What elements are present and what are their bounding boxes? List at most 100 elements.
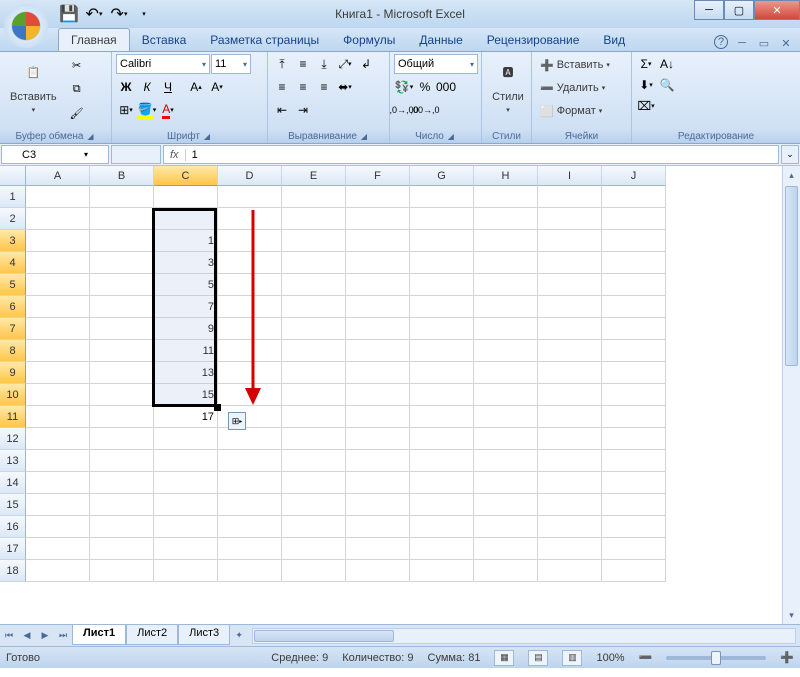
- cell[interactable]: [474, 318, 538, 340]
- cell[interactable]: [26, 428, 90, 450]
- format-cells-button[interactable]: ⬜Формат▾: [536, 100, 606, 122]
- cell[interactable]: [410, 560, 474, 582]
- cell[interactable]: [90, 340, 154, 362]
- cell[interactable]: [602, 428, 666, 450]
- cell[interactable]: [282, 384, 346, 406]
- cell[interactable]: [26, 560, 90, 582]
- cell[interactable]: [474, 340, 538, 362]
- cell[interactable]: [474, 406, 538, 428]
- cell[interactable]: [90, 230, 154, 252]
- last-sheet-button[interactable]: ⏭: [54, 627, 72, 645]
- zoom-level[interactable]: 100%: [596, 652, 624, 664]
- cell[interactable]: [410, 428, 474, 450]
- cell[interactable]: [410, 450, 474, 472]
- scroll-thumb[interactable]: [785, 186, 798, 366]
- align-center-button[interactable]: ≡: [293, 77, 313, 97]
- cell[interactable]: [474, 296, 538, 318]
- row-header[interactable]: 10: [0, 384, 26, 406]
- cell[interactable]: [26, 538, 90, 560]
- cell[interactable]: [410, 186, 474, 208]
- cell[interactable]: 17: [154, 406, 218, 428]
- cell[interactable]: [346, 296, 410, 318]
- new-sheet-button[interactable]: ✦: [230, 627, 248, 645]
- cell[interactable]: [538, 230, 602, 252]
- insert-cells-button[interactable]: ➕Вставить▾: [536, 54, 614, 76]
- ribbon-tab-0[interactable]: Главная: [58, 28, 130, 51]
- cell[interactable]: [538, 340, 602, 362]
- cell[interactable]: [282, 472, 346, 494]
- row-header[interactable]: 13: [0, 450, 26, 472]
- cell[interactable]: [474, 494, 538, 516]
- bold-button[interactable]: Ж: [116, 77, 136, 97]
- paste-button[interactable]: 📋 Вставить ▾: [4, 54, 63, 116]
- page-break-view-button[interactable]: ▥: [562, 650, 582, 666]
- cell[interactable]: 5: [154, 274, 218, 296]
- find-button[interactable]: 🔍: [657, 75, 677, 95]
- cell[interactable]: [154, 186, 218, 208]
- align-middle-button[interactable]: ≡: [293, 54, 313, 74]
- cell[interactable]: [474, 538, 538, 560]
- fill-handle[interactable]: [214, 404, 221, 411]
- cell[interactable]: [602, 318, 666, 340]
- undo-button[interactable]: ↶▾: [83, 3, 105, 25]
- format-painter-button[interactable]: 🖌: [66, 102, 88, 124]
- cell[interactable]: [90, 428, 154, 450]
- cell[interactable]: [410, 384, 474, 406]
- cell[interactable]: [538, 186, 602, 208]
- cell[interactable]: [602, 406, 666, 428]
- dialog-launcher-icon[interactable]: ◢: [446, 132, 456, 142]
- cell[interactable]: [90, 362, 154, 384]
- cell[interactable]: [602, 560, 666, 582]
- cell[interactable]: [346, 450, 410, 472]
- redo-button[interactable]: ↷▾: [108, 3, 130, 25]
- cell[interactable]: [218, 560, 282, 582]
- cell[interactable]: [410, 208, 474, 230]
- cell[interactable]: [410, 230, 474, 252]
- autosum-button[interactable]: Σ▾: [636, 54, 656, 74]
- cell[interactable]: [218, 538, 282, 560]
- align-bottom-button[interactable]: ⤓: [314, 54, 334, 74]
- fill-button[interactable]: ⬇▾: [636, 75, 656, 95]
- column-header[interactable]: I: [538, 166, 602, 186]
- qat-customize[interactable]: ▾: [133, 3, 155, 25]
- cell[interactable]: [346, 406, 410, 428]
- cell[interactable]: [474, 252, 538, 274]
- cell[interactable]: [474, 208, 538, 230]
- expand-formula-bar[interactable]: ⌄: [781, 145, 799, 164]
- minimize-ribbon-icon[interactable]: ─: [734, 35, 750, 51]
- row-header[interactable]: 2: [0, 208, 26, 230]
- cell[interactable]: [474, 274, 538, 296]
- cell[interactable]: [218, 472, 282, 494]
- align-right-button[interactable]: ≡: [314, 77, 334, 97]
- restore-window-icon[interactable]: ▭: [756, 35, 772, 51]
- cell[interactable]: [218, 516, 282, 538]
- cell[interactable]: [410, 318, 474, 340]
- cell[interactable]: [410, 516, 474, 538]
- cell[interactable]: [282, 494, 346, 516]
- cell[interactable]: [474, 362, 538, 384]
- cell[interactable]: [282, 428, 346, 450]
- cell[interactable]: [410, 494, 474, 516]
- cell[interactable]: [90, 516, 154, 538]
- cell[interactable]: 11: [154, 340, 218, 362]
- cell[interactable]: [538, 560, 602, 582]
- help-icon[interactable]: ?: [714, 35, 728, 49]
- row-header[interactable]: 14: [0, 472, 26, 494]
- cell[interactable]: [346, 274, 410, 296]
- orientation-button[interactable]: ⤢▾: [335, 54, 355, 74]
- office-button[interactable]: [2, 2, 56, 50]
- cell[interactable]: [346, 560, 410, 582]
- sheet-tab[interactable]: Лист3: [178, 625, 230, 645]
- cell[interactable]: 15: [154, 384, 218, 406]
- cell[interactable]: [26, 472, 90, 494]
- cell[interactable]: [90, 560, 154, 582]
- cell[interactable]: [346, 252, 410, 274]
- cells-area[interactable]: 1357911131517: [26, 186, 800, 582]
- cell[interactable]: [154, 538, 218, 560]
- cell[interactable]: [602, 362, 666, 384]
- normal-view-button[interactable]: ▦: [494, 650, 514, 666]
- cell[interactable]: [410, 296, 474, 318]
- row-header[interactable]: 12: [0, 428, 26, 450]
- cell[interactable]: [538, 362, 602, 384]
- cell[interactable]: [602, 538, 666, 560]
